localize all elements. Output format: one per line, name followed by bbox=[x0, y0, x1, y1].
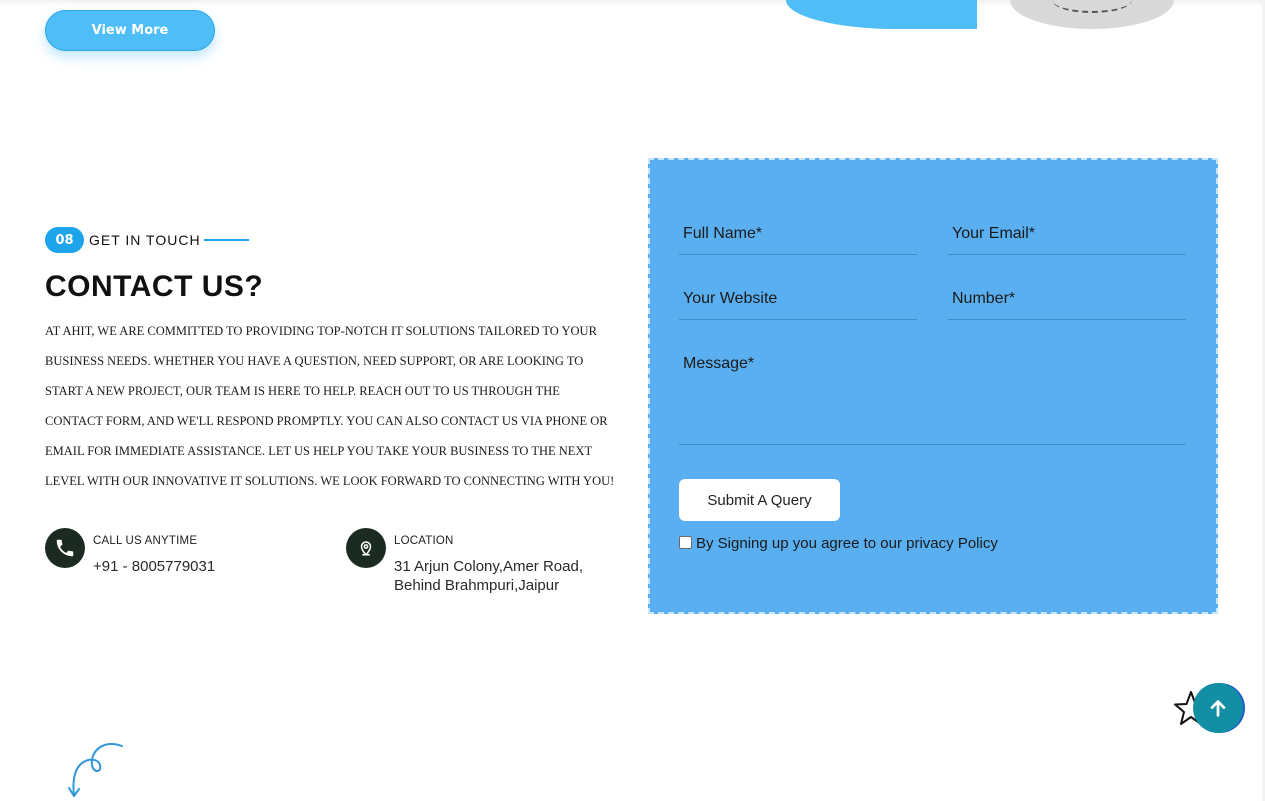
section-title: CONTACT US? bbox=[45, 270, 264, 303]
curly-arrow-icon bbox=[64, 741, 126, 801]
section-description: AT AHIT, WE ARE COMMITTED TO PROVIDING T… bbox=[45, 324, 615, 488]
section-number-badge: 08 bbox=[45, 227, 84, 253]
privacy-consent-checkbox[interactable] bbox=[679, 536, 692, 549]
phone-number[interactable]: +91 - 8005779031 bbox=[93, 557, 215, 576]
view-more-button[interactable]: View More bbox=[45, 10, 215, 51]
map-pin-icon bbox=[346, 528, 386, 568]
location-address-line2: Behind Brahmpuri,Jaipur bbox=[394, 577, 560, 594]
number-input[interactable]: Number* bbox=[948, 286, 1186, 320]
website-input[interactable]: Your Website bbox=[679, 286, 917, 320]
location-address-line1: 31 Arjun Colony,Amer Road, bbox=[394, 558, 583, 575]
section-eyebrow: GET IN TOUCH bbox=[89, 232, 201, 248]
submit-query-button[interactable]: Submit A Query bbox=[679, 479, 840, 521]
decorative-blue-shape bbox=[786, 0, 977, 29]
eyebrow-underline bbox=[204, 239, 249, 241]
email-input[interactable]: Your Email* bbox=[948, 221, 1186, 255]
message-textarea[interactable]: Message* bbox=[679, 351, 1186, 445]
location-label: LOCATION bbox=[394, 535, 454, 547]
full-name-input[interactable]: Full Name* bbox=[679, 221, 917, 255]
privacy-consent-label: By Signing up you agree to our privacy P… bbox=[696, 535, 998, 552]
scroll-to-top-button[interactable] bbox=[1193, 683, 1243, 733]
phone-label: CALL US ANYTIME bbox=[93, 535, 198, 547]
phone-icon bbox=[45, 528, 85, 568]
arrow-up-icon bbox=[1210, 700, 1226, 717]
